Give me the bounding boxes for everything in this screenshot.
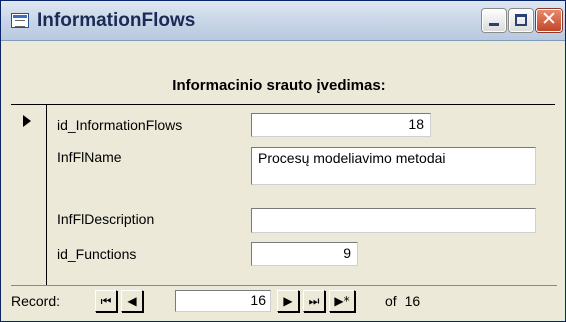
id-functions-field[interactable]: 9 — [251, 242, 358, 266]
form-header: Informacinio srauto įvedimas: — [9, 67, 549, 107]
record-count: of 16 — [381, 293, 420, 309]
window-title: InformationFlows — [37, 10, 196, 31]
minimize-icon — [489, 23, 499, 26]
current-record-arrow-icon — [23, 115, 31, 127]
new-record-button[interactable]: ▶* — [329, 290, 355, 312]
form-icon — [11, 13, 29, 28]
infflname-field[interactable]: Procesų modeliavimo metodai — [251, 147, 536, 185]
current-record-input[interactable]: 16 — [175, 290, 271, 312]
record-selector[interactable] — [11, 105, 47, 285]
minimize-button[interactable] — [482, 9, 506, 32]
of-label: of — [385, 293, 397, 309]
infflname-label: InfFlName — [57, 149, 122, 165]
last-record-button[interactable]: ⏭ — [303, 290, 325, 312]
id-informationflows-field[interactable]: 18 — [251, 113, 431, 137]
close-icon: ✕ — [541, 8, 557, 30]
maximize-icon — [515, 14, 527, 26]
form-header-title: Informacinio srauto įvedimas: — [172, 77, 386, 94]
close-button[interactable]: ✕ — [536, 8, 562, 32]
last-record-icon: ⏭ — [308, 294, 320, 308]
maximize-button[interactable] — [509, 9, 533, 32]
id-functions-label: id_Functions — [57, 246, 137, 262]
record-navigation-bar: Record: ⏮ ◀ 16 ▶ ⏭ ▶* of 16 — [11, 287, 557, 315]
next-record-button[interactable]: ▶ — [277, 290, 299, 312]
inffldescription-label: InfFlDescription — [57, 211, 155, 227]
id-informationflows-label: id_InformationFlows — [57, 117, 183, 133]
record-label: Record: — [11, 293, 61, 309]
form-window: InformationFlows ✕ Informacinio srauto į… — [0, 0, 566, 322]
inffldescription-field[interactable] — [251, 208, 536, 233]
new-record-icon: ▶* — [334, 294, 350, 308]
first-record-button[interactable]: ⏮ — [95, 290, 117, 312]
total-records: 16 — [404, 293, 421, 309]
header-divider — [11, 104, 555, 105]
previous-record-button[interactable]: ◀ — [121, 290, 143, 312]
first-record-icon: ⏮ — [100, 294, 112, 308]
title-bar[interactable]: InformationFlows ✕ — [1, 1, 565, 41]
previous-record-icon: ◀ — [127, 294, 137, 308]
form-bottom-divider — [11, 285, 557, 286]
next-record-icon: ▶ — [283, 294, 293, 308]
